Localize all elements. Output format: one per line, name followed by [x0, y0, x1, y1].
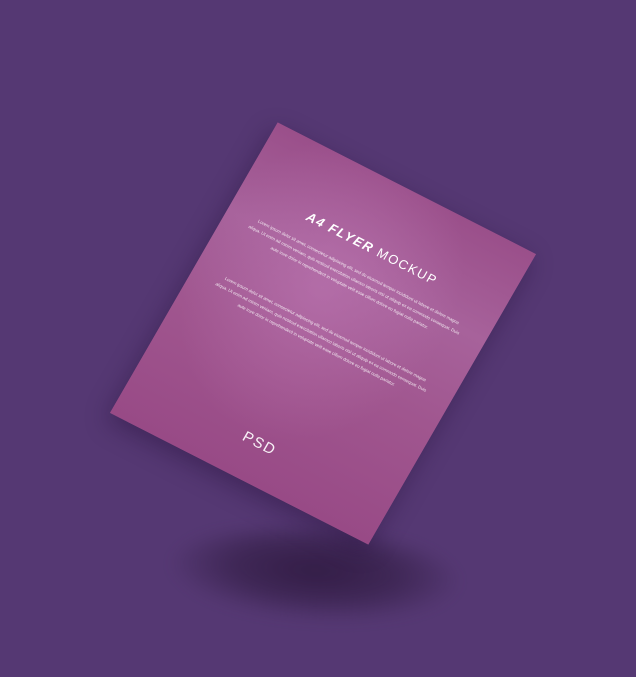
flyer-shadow: [167, 519, 463, 631]
a4-flyer: A4 FLYER MOCKUP Lorem ipsum dolor sit am…: [109, 122, 537, 545]
flyer-footer-label: PSD: [239, 428, 280, 460]
